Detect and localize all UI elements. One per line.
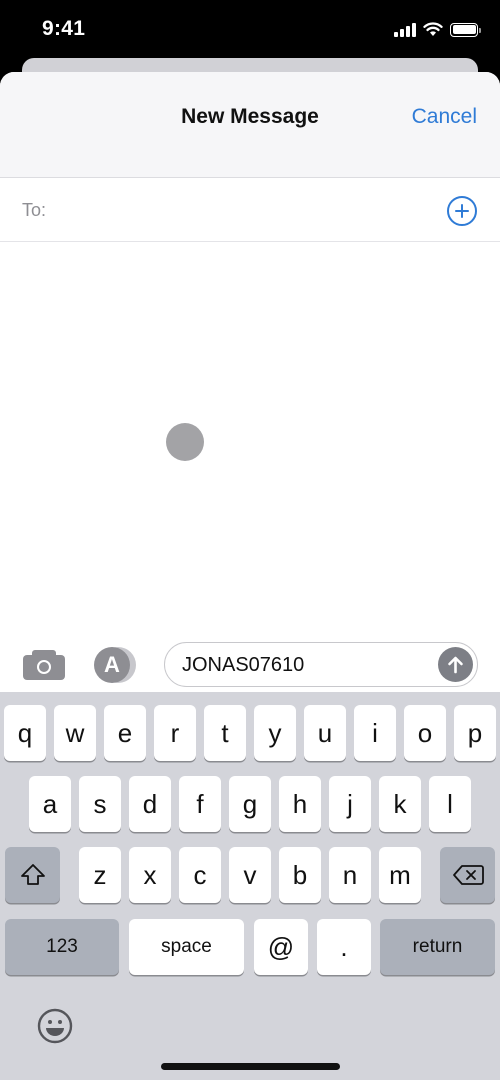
screen: 9:41 New Message Cancel To: A JONAS07610… [0, 0, 500, 1080]
key-s[interactable]: s [79, 776, 121, 832]
key-k[interactable]: k [379, 776, 421, 832]
home-indicator[interactable] [161, 1063, 340, 1070]
key-f[interactable]: f [179, 776, 221, 832]
key-c[interactable]: c [179, 847, 221, 903]
status-icons [394, 22, 481, 37]
key-p[interactable]: p [454, 705, 496, 761]
keyboard: qwertyuiop asdfghjkl zxcvbnm 123 space @… [0, 692, 500, 1080]
key-x[interactable]: x [129, 847, 171, 903]
key-v[interactable]: v [229, 847, 271, 903]
arrow-up-icon [448, 656, 463, 674]
key-u[interactable]: u [304, 705, 346, 761]
plus-circle-icon[interactable] [447, 196, 477, 226]
key-e[interactable]: e [104, 705, 146, 761]
app-store-icon[interactable]: A [94, 647, 138, 683]
battery-icon [450, 22, 481, 37]
shift-key[interactable] [5, 847, 60, 903]
return-key[interactable]: return [380, 919, 495, 975]
key-j[interactable]: j [329, 776, 371, 832]
key-q[interactable]: q [4, 705, 46, 761]
send-button[interactable] [438, 647, 473, 682]
delete-key[interactable] [440, 847, 495, 903]
status-bar: 9:41 [0, 0, 500, 60]
key-z[interactable]: z [79, 847, 121, 903]
navigation-bar: New Message Cancel [0, 72, 500, 178]
touch-indicator [166, 423, 204, 461]
at-key[interactable]: @ [254, 919, 308, 975]
period-key[interactable]: . [317, 919, 371, 975]
key-l[interactable]: l [429, 776, 471, 832]
key-h[interactable]: h [279, 776, 321, 832]
key-t[interactable]: t [204, 705, 246, 761]
cancel-button[interactable]: Cancel [412, 105, 477, 129]
key-i[interactable]: i [354, 705, 396, 761]
key-w[interactable]: w [54, 705, 96, 761]
key-n[interactable]: n [329, 847, 371, 903]
key-m[interactable]: m [379, 847, 421, 903]
message-text: JONAS07610 [182, 654, 305, 676]
status-time: 9:41 [42, 17, 86, 40]
to-label: To: [22, 200, 47, 220]
recipient-field[interactable]: To: [0, 178, 500, 242]
app-store-glyph: A [94, 647, 130, 683]
compose-bar: A JONAS07610 [0, 640, 500, 692]
shift-icon [20, 864, 45, 885]
key-r[interactable]: r [154, 705, 196, 761]
key-y[interactable]: y [254, 705, 296, 761]
wifi-icon [423, 22, 443, 36]
space-key[interactable]: space [129, 919, 244, 975]
emoji-icon[interactable] [37, 1008, 73, 1044]
key-a[interactable]: a [29, 776, 71, 832]
key-b[interactable]: b [279, 847, 321, 903]
camera-icon[interactable] [23, 650, 65, 680]
cellular-signal-icon [394, 22, 416, 37]
numbers-key[interactable]: 123 [5, 919, 119, 975]
message-input[interactable]: JONAS07610 [164, 642, 478, 687]
key-d[interactable]: d [129, 776, 171, 832]
delete-backward-icon [452, 865, 484, 885]
key-o[interactable]: o [404, 705, 446, 761]
key-g[interactable]: g [229, 776, 271, 832]
